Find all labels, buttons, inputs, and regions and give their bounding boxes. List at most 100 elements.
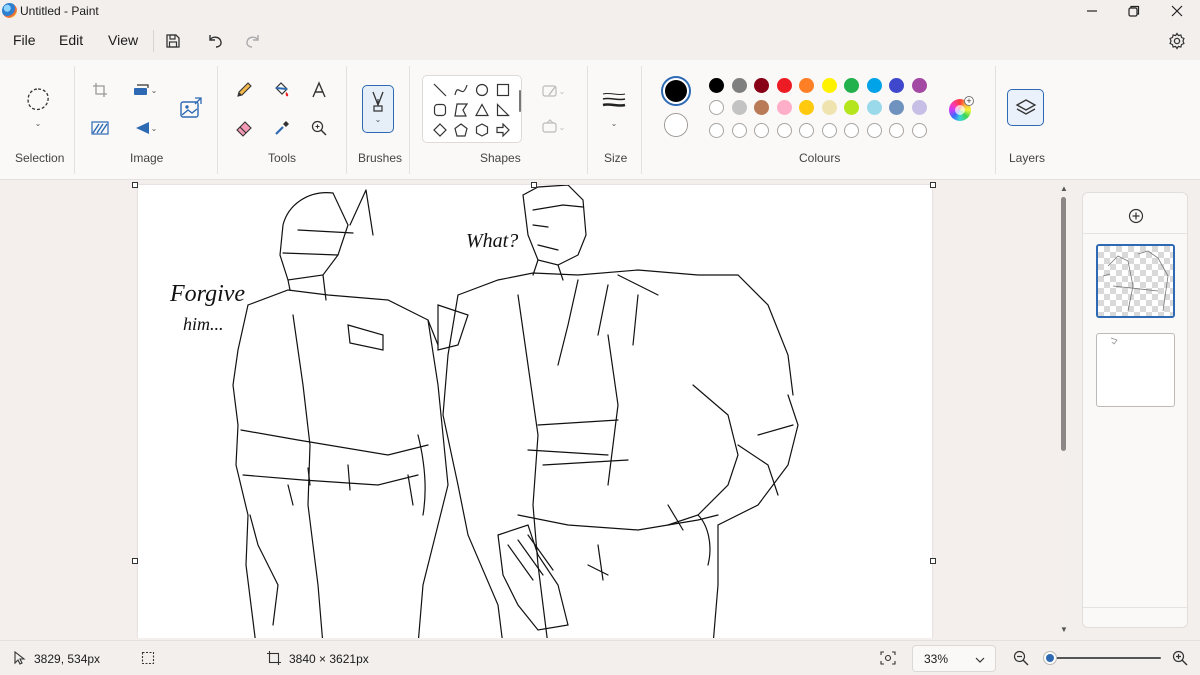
restore-button[interactable]	[1112, 0, 1156, 22]
menu-file[interactable]: File	[13, 32, 36, 48]
custom-colour-slot[interactable]	[709, 123, 724, 138]
vertical-scrollbar[interactable]: ▲ ▼	[1058, 181, 1070, 638]
colour-swatch[interactable]	[799, 100, 814, 115]
shapes-scrollbar[interactable]	[519, 90, 521, 112]
colour-swatch[interactable]	[731, 100, 747, 115]
resize-handle-top[interactable]	[531, 182, 537, 188]
scroll-up-icon[interactable]: ▲	[1060, 184, 1068, 193]
image-generate-button[interactable]	[178, 96, 204, 122]
scrollbar-thumb[interactable]	[1061, 197, 1066, 451]
colour-swatch[interactable]	[866, 78, 882, 93]
pencil-tool-button[interactable]	[234, 80, 254, 100]
canvas-workspace[interactable]: Forgive him... What?	[0, 181, 1058, 638]
zoom-slider-track[interactable]	[1043, 657, 1161, 659]
resize-handle-top-right[interactable]	[930, 182, 936, 188]
colour-swatch[interactable]	[889, 78, 904, 93]
rotate-button[interactable]: ⌄	[128, 118, 162, 138]
shape-diamond[interactable]	[432, 122, 448, 138]
shape-curve[interactable]	[453, 82, 469, 98]
colour-swatch[interactable]	[731, 78, 747, 93]
shape-rounded-rectangle[interactable]	[432, 102, 448, 118]
magnifier-button[interactable]	[309, 118, 329, 138]
colour-swatch[interactable]	[709, 78, 724, 93]
colour-swatch[interactable]	[844, 100, 859, 115]
fit-to-window-button[interactable]	[880, 650, 896, 666]
custom-colour-slot[interactable]	[776, 123, 792, 138]
custom-colour-slot[interactable]	[889, 123, 904, 138]
save-button[interactable]	[160, 28, 186, 54]
resize-handle-right[interactable]	[930, 558, 936, 564]
brushes-button[interactable]: ⌄	[362, 85, 394, 133]
colour-swatch[interactable]	[911, 100, 927, 115]
shape-polygon[interactable]	[453, 102, 469, 118]
shape-pentagon[interactable]	[453, 122, 469, 138]
group-divider	[641, 66, 642, 174]
close-button[interactable]	[1155, 0, 1199, 22]
crop-button[interactable]	[90, 80, 110, 100]
colour-swatch[interactable]	[754, 78, 769, 93]
colour-swatch[interactable]	[776, 100, 792, 115]
shape-oval[interactable]	[474, 82, 490, 98]
save-icon	[166, 34, 180, 48]
add-layer-button[interactable]	[1127, 207, 1145, 225]
size-button[interactable]	[601, 90, 627, 110]
secondary-colour-selector[interactable]	[664, 113, 688, 137]
colour-swatch[interactable]	[821, 100, 837, 115]
remove-background-button[interactable]	[90, 118, 110, 138]
selection-dropdown[interactable]: ⌄	[32, 118, 44, 128]
shape-hexagon[interactable]	[474, 122, 490, 138]
resize-handle-top-left[interactable]	[132, 182, 138, 188]
primary-colour-selector[interactable]	[661, 76, 691, 106]
colour-swatch[interactable]	[821, 78, 837, 93]
shapes-gallery	[422, 75, 522, 143]
custom-colour-slot[interactable]	[821, 123, 837, 138]
color-picker-button[interactable]	[272, 118, 292, 138]
scroll-down-icon[interactable]: ▼	[1060, 625, 1068, 634]
custom-colour-slot[interactable]	[866, 123, 882, 138]
shape-triangle[interactable]	[474, 102, 490, 118]
eraser-tool-button[interactable]	[234, 118, 254, 138]
shape-rectangle[interactable]	[495, 82, 511, 98]
resize-handle-left[interactable]	[132, 558, 138, 564]
text-tool-button[interactable]	[309, 80, 329, 100]
colour-swatch[interactable]	[889, 100, 904, 115]
custom-colour-slot[interactable]	[731, 123, 747, 138]
selection-tool-button[interactable]	[24, 86, 52, 114]
drawing-canvas[interactable]: Forgive him... What?	[138, 185, 932, 638]
settings-button[interactable]	[1164, 28, 1190, 54]
resize-button[interactable]: ⌄	[128, 80, 162, 100]
zoom-level-dropdown[interactable]: 33%	[912, 645, 996, 672]
colour-swatch[interactable]	[844, 78, 859, 93]
image-generate-icon	[180, 97, 202, 118]
custom-colour-slot[interactable]	[911, 123, 927, 138]
layer-thumbnail-1[interactable]	[1096, 244, 1175, 318]
layers-button[interactable]	[1007, 89, 1044, 126]
custom-colour-slot[interactable]	[799, 123, 814, 138]
colour-swatch[interactable]	[776, 78, 792, 93]
shape-right-triangle[interactable]	[495, 102, 511, 118]
zoom-slider-thumb[interactable]	[1043, 651, 1057, 665]
minimize-button[interactable]	[1070, 0, 1114, 22]
fill-tool-button[interactable]	[272, 80, 292, 100]
colour-swatch[interactable]	[754, 100, 769, 115]
colour-swatch[interactable]	[911, 78, 927, 93]
custom-colour-slot[interactable]	[844, 123, 859, 138]
shape-line[interactable]	[432, 82, 448, 98]
menu-view[interactable]: View	[108, 32, 138, 48]
shape-fill-button[interactable]: ⌄	[535, 118, 571, 136]
redo-button[interactable]	[240, 28, 266, 54]
add-layer-icon	[1128, 208, 1144, 224]
shape-outline-button[interactable]: ⌄	[535, 82, 571, 100]
undo-button[interactable]	[202, 28, 228, 54]
colour-swatch[interactable]	[799, 78, 814, 93]
zoom-in-button[interactable]	[1172, 650, 1188, 666]
menu-edit[interactable]: Edit	[59, 32, 83, 48]
size-dropdown[interactable]: ⌄	[608, 118, 620, 128]
layer-thumbnail-2[interactable]	[1096, 333, 1175, 407]
custom-colour-slot[interactable]	[754, 123, 769, 138]
colour-swatch[interactable]	[709, 100, 724, 115]
shape-arrow[interactable]	[495, 122, 511, 138]
chevron-down-icon: ⌄	[374, 115, 382, 124]
zoom-out-button[interactable]	[1013, 650, 1029, 666]
colour-swatch[interactable]	[866, 100, 882, 115]
